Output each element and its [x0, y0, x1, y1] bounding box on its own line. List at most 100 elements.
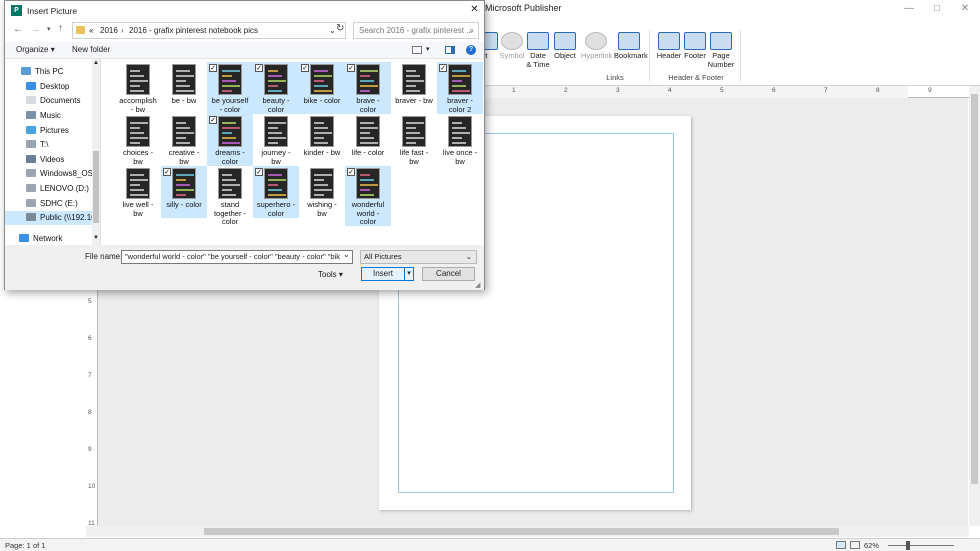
checkbox-checked-icon[interactable]: ✓ — [439, 64, 447, 72]
path-segment-folder[interactable]: 2016 - grafix pinterest notebook pics — [129, 23, 258, 38]
minimize-button[interactable]: — — [898, 2, 920, 16]
file-item[interactable]: ✓ wonderful world - color — [345, 166, 391, 226]
up-arrow-icon[interactable]: ↑ — [58, 23, 63, 34]
file-item-label: live once - bw — [442, 148, 478, 166]
recent-locations-icon[interactable]: ▾ — [47, 25, 51, 33]
insert-options-dropdown[interactable]: ▾ — [404, 267, 414, 281]
file-item[interactable]: stand together - color — [207, 166, 253, 226]
cancel-button[interactable]: Cancel — [422, 267, 475, 281]
path-overflow[interactable]: « — [89, 23, 93, 38]
nav-scrollbar[interactable]: ▲ ▼ — [92, 59, 100, 245]
nav-item-4[interactable]: Pictures — [5, 124, 95, 138]
refresh-icon[interactable]: ↻ — [336, 23, 344, 34]
scroll-down-icon[interactable]: ▼ — [93, 235, 99, 241]
horizontal-scroll-thumb[interactable] — [204, 528, 839, 535]
file-item[interactable]: be - bw — [161, 62, 207, 114]
checkbox-checked-icon[interactable]: ✓ — [347, 168, 355, 176]
chevron-down-icon: ⌄ — [465, 252, 472, 261]
checkbox-checked-icon[interactable]: ✓ — [163, 168, 171, 176]
insert-button[interactable]: Insert — [361, 267, 405, 281]
file-item[interactable]: life fast - bw — [391, 114, 437, 166]
nav-item-1[interactable]: Desktop — [5, 80, 95, 94]
file-list[interactable]: accomplish - bw be - bw ✓ be yourself - col… — [101, 59, 484, 245]
ribbon-button-8[interactable]: Page Number — [706, 32, 736, 69]
file-item[interactable]: choices - bw — [115, 114, 161, 166]
checkbox-checked-icon[interactable]: ✓ — [209, 116, 217, 124]
checkbox-checked-icon[interactable]: ✓ — [209, 64, 217, 72]
zoom-slider[interactable] — [888, 545, 954, 546]
resize-grip-icon[interactable]: ◢ — [475, 281, 480, 289]
image-thumbnail-icon — [356, 168, 380, 199]
ruler-tick-label: 6 — [772, 87, 776, 94]
file-item[interactable]: ✓ be yourself - color — [207, 62, 253, 114]
file-name-dropdown-icon[interactable]: ⌄ — [343, 250, 350, 259]
organize-menu[interactable]: Organize ▾ — [16, 45, 55, 54]
close-window-button[interactable]: ✕ — [954, 2, 976, 16]
nav-item-6[interactable]: Videos — [5, 153, 95, 167]
file-item[interactable]: braver - bw — [391, 62, 437, 114]
close-dialog-button[interactable]: ✕ — [467, 3, 482, 17]
file-item[interactable]: life - color — [345, 114, 391, 166]
file-item[interactable]: kinder - bw — [299, 114, 345, 166]
file-item[interactable]: ✓ bike - color — [299, 62, 345, 114]
tools-menu[interactable]: Tools ▾ — [318, 270, 343, 279]
file-type-select[interactable]: All Pictures ⌄ — [360, 250, 477, 264]
file-item[interactable]: ✓ silly - color — [161, 166, 207, 218]
checkbox-checked-icon[interactable]: ✓ — [255, 168, 263, 176]
file-item[interactable]: live well - bw — [115, 166, 161, 218]
preview-pane-icon[interactable] — [445, 46, 455, 54]
horizontal-scrollbar[interactable] — [86, 526, 969, 537]
horizontal-ruler[interactable] — [478, 86, 969, 98]
file-item[interactable]: ✓ superhero - color — [253, 166, 299, 218]
file-item[interactable]: accomplish - bw — [115, 62, 161, 114]
nav-scroll-thumb[interactable] — [93, 151, 99, 223]
ribbon-button-5[interactable]: Bookmark — [614, 32, 648, 60]
file-item[interactable]: ✓ dreams - color — [207, 114, 253, 166]
file-name-input[interactable]: "wonderful world - color" "be yourself -… — [121, 250, 353, 264]
view-options-icon[interactable] — [412, 46, 422, 54]
ribbon-button-2[interactable]: Date & Time — [523, 32, 553, 69]
view-normal-icon[interactable] — [836, 541, 846, 549]
path-segment-2016[interactable]: 2016 — [100, 23, 118, 38]
file-item[interactable]: ✓ braver - color 2 — [437, 62, 483, 114]
forward-arrow-icon[interactable]: → — [30, 24, 40, 35]
zoom-slider-thumb[interactable] — [906, 541, 910, 550]
checkbox-checked-icon[interactable]: ✓ — [255, 64, 263, 72]
nav-item-2[interactable]: Documents — [5, 94, 95, 108]
nav-item-0[interactable]: This PC — [5, 65, 95, 79]
navigation-pane[interactable]: This PC Desktop Documents Music Pictures T:\ V… — [5, 59, 101, 245]
new-folder-button[interactable]: New folder — [72, 45, 110, 54]
help-icon[interactable]: ? — [466, 45, 476, 55]
file-item[interactable]: creative - bw — [161, 114, 207, 166]
nav-item-9[interactable]: SDHC (E:) — [5, 197, 95, 211]
nav-item-5[interactable]: T:\ — [5, 138, 95, 152]
maximize-button[interactable]: □ — [926, 2, 948, 16]
drive-icon — [26, 169, 36, 177]
nav-item-10[interactable]: Public (\\192.168 — [5, 211, 95, 225]
file-item[interactable]: wishing - bw — [299, 166, 345, 218]
file-item[interactable]: ✓ beauty - color — [253, 62, 299, 114]
checkbox-checked-icon[interactable]: ✓ — [347, 64, 355, 72]
image-thumbnail-icon — [402, 116, 426, 147]
view-dropdown-icon[interactable]: ▾ — [426, 45, 430, 53]
file-item[interactable]: live once - bw — [437, 114, 483, 166]
vertical-scrollbar[interactable] — [969, 86, 980, 526]
vertical-scroll-thumb[interactable] — [971, 94, 978, 484]
back-arrow-icon[interactable]: ← — [13, 24, 23, 35]
file-item[interactable]: ✓ brave - color — [345, 62, 391, 114]
address-bar[interactable]: « 2016 › 2016 - grafix pinterest noteboo… — [72, 22, 346, 39]
ribbon-button-3[interactable]: Object — [550, 32, 580, 60]
vertical-ruler[interactable] — [86, 288, 98, 526]
nav-item-7[interactable]: Windows8_OS (C — [5, 167, 95, 181]
view-two-page-icon[interactable] — [850, 541, 860, 549]
nav-item-8[interactable]: LENOVO (D:) — [5, 182, 95, 196]
tools-label: Tools — [318, 270, 337, 279]
address-dropdown-icon[interactable]: ⌄ — [329, 23, 336, 38]
nav-item-3[interactable]: Music — [5, 109, 95, 123]
checkbox-checked-icon[interactable]: ✓ — [301, 64, 309, 72]
file-item[interactable]: journey - bw — [253, 114, 299, 166]
ribbon-button-4[interactable]: Hyperlink — [581, 32, 612, 60]
nav-item-11[interactable]: Network — [5, 232, 95, 246]
scroll-up-icon[interactable]: ▲ — [93, 60, 99, 66]
search-box[interactable]: Search 2016 - grafix pinterest ... ⌕ — [353, 22, 479, 39]
